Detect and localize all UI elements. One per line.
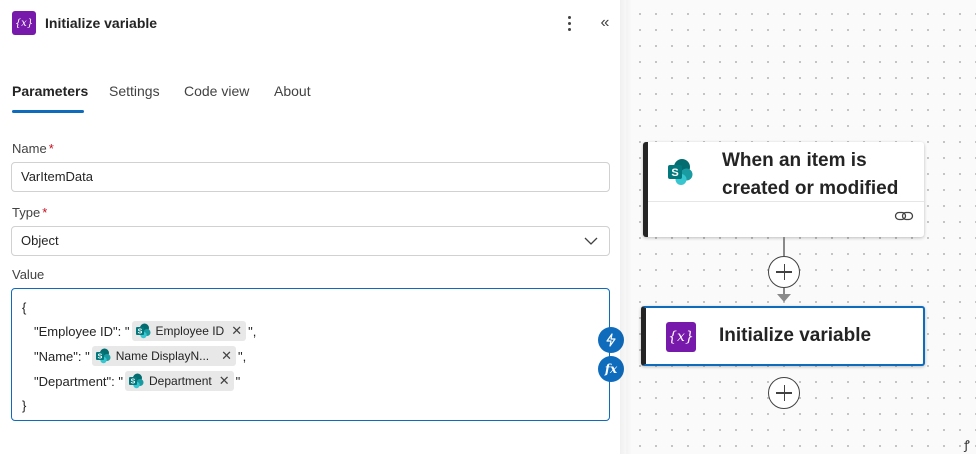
add-step-button[interactable] — [768, 256, 800, 288]
dynamic-token-name[interactable]: S Name DisplayN... ✕ — [91, 346, 237, 366]
chevron-down-icon — [584, 237, 598, 245]
panel-header: {x} Initialize variable « — [0, 0, 626, 48]
sharepoint-icon: S — [135, 323, 150, 339]
connector-line — [783, 237, 785, 256]
value-editor[interactable]: { "Employee ID": " S Employee ID ✕ ", "N… — [11, 288, 610, 421]
expression-button[interactable]: fx — [598, 356, 624, 382]
tab-settings[interactable]: Settings — [109, 83, 160, 99]
svg-text:S: S — [137, 329, 142, 336]
type-select[interactable]: Object — [11, 226, 610, 256]
token-label: Employee ID — [155, 324, 225, 338]
card-divider — [648, 201, 924, 202]
trigger-title: When an item is created or modified — [722, 150, 899, 199]
variable-icon: {x} — [12, 11, 36, 35]
tab-code-view[interactable]: Code view — [184, 83, 249, 99]
token-label: Name DisplayN... — [115, 349, 210, 363]
dynamic-content-button[interactable] — [598, 327, 624, 353]
json-punct: " — [235, 373, 241, 389]
initialize-variable-card[interactable]: {x} Initialize variable — [641, 306, 925, 366]
action-title: Initialize variable — [719, 325, 872, 346]
add-step-button[interactable] — [768, 377, 800, 409]
required-mark: * — [42, 205, 48, 220]
type-select-value: Object — [21, 233, 59, 248]
name-input[interactable]: VarItemData — [11, 162, 610, 192]
sharepoint-icon: S — [95, 348, 111, 364]
action-panel: {x} Initialize variable « Parameters Set… — [0, 0, 626, 454]
json-key: "Employee ID": " — [34, 323, 130, 339]
value-line-close: } — [22, 397, 27, 413]
active-tab-indicator — [12, 110, 84, 113]
trigger-card[interactable]: S When an item is created or modified — [643, 142, 924, 237]
tab-parameters[interactable]: Parameters — [12, 83, 88, 99]
value-line-open: { — [22, 299, 27, 315]
link-icon[interactable] — [894, 209, 914, 223]
value-line-employee-id: "Employee ID": " S Employee ID ✕ ", — [34, 321, 256, 341]
dynamic-token-employee-id[interactable]: S Employee ID ✕ — [131, 321, 247, 341]
fx-icon: fx — [604, 362, 618, 376]
lightning-icon — [606, 333, 616, 347]
close-icon[interactable]: ✕ — [221, 348, 232, 364]
sharepoint-icon: S — [129, 373, 144, 389]
name-label: Name * — [12, 141, 54, 156]
name-input-value: VarItemData — [21, 169, 94, 184]
connector-arrow — [777, 294, 791, 302]
svg-text:S: S — [97, 354, 102, 361]
name-label-text: Name — [12, 141, 47, 156]
sharepoint-icon: S — [668, 159, 693, 185]
collapse-panel-icon[interactable]: « — [596, 12, 614, 34]
value-line-department: "Department": " S Department ✕ " — [34, 371, 240, 391]
required-mark: * — [48, 141, 54, 156]
type-label: Type * — [12, 205, 47, 220]
json-key: "Name": " — [34, 348, 90, 364]
svg-text:S: S — [671, 167, 678, 179]
close-icon[interactable]: ✕ — [231, 323, 242, 339]
panel-tabs: Parameters Settings Code view About — [0, 78, 626, 114]
token-label: Department — [149, 374, 212, 388]
panel-title: Initialize variable — [45, 15, 158, 31]
close-icon[interactable]: ✕ — [219, 373, 230, 389]
tab-about[interactable]: About — [274, 83, 311, 99]
more-options-icon[interactable] — [561, 12, 577, 34]
json-punct: ", — [238, 348, 247, 364]
corner-mark: ꝭ — [964, 438, 970, 452]
type-label-text: Type — [12, 205, 41, 220]
svg-text:S: S — [131, 379, 136, 386]
json-punct: ", — [248, 323, 257, 339]
variable-icon: {x} — [666, 322, 696, 352]
value-line-name: "Name": " S Name DisplayN... ✕ ", — [34, 346, 246, 366]
value-label: Value — [12, 267, 45, 282]
dynamic-token-department[interactable]: S Department ✕ — [125, 371, 234, 391]
json-key: "Department": " — [34, 373, 123, 389]
